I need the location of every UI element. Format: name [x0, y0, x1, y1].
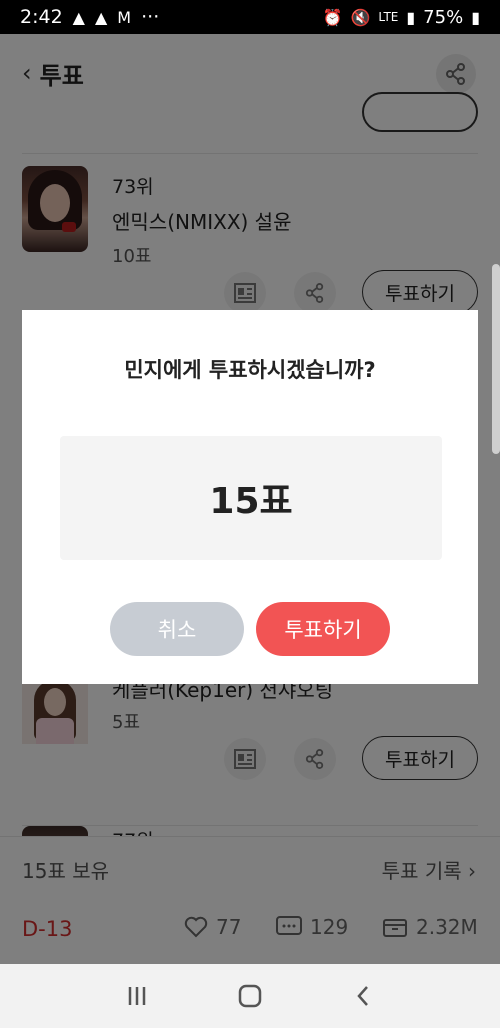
- battery-percent: 75%: [423, 6, 464, 28]
- notification-icon: ▲: [72, 7, 85, 27]
- status-more: ···: [141, 6, 160, 28]
- vote-amount: 15표: [60, 436, 442, 560]
- vote-confirm-dialog: 민지에게 투표하시겠습니까? 15표 취소 투표하기: [22, 310, 478, 684]
- notification-icon: ▲: [94, 7, 108, 27]
- signal-icon: ▮: [406, 7, 416, 27]
- network-type: LTE: [378, 10, 399, 24]
- alarm-icon: ⏰: [322, 7, 343, 27]
- recent-apps-button[interactable]: [117, 976, 157, 1016]
- mute-icon: 🔇: [350, 7, 371, 27]
- back-button[interactable]: [343, 976, 383, 1016]
- back-arrow-icon: [357, 986, 369, 1006]
- gmail-icon: M: [117, 7, 132, 27]
- confirm-vote-button[interactable]: 투표하기: [256, 602, 390, 656]
- battery-icon: ▮: [471, 7, 480, 27]
- recent-apps-icon: [128, 987, 145, 1005]
- home-icon: [238, 984, 262, 1008]
- status-bar: 2:42 ▲ ▲ M ··· ⏰ 🔇 LTE ▮ 75% ▮: [0, 0, 500, 34]
- dialog-title: 민지에게 투표하시겠습니까?: [124, 358, 376, 382]
- status-time: 2:42: [20, 6, 63, 28]
- system-nav-bar: [0, 964, 500, 1028]
- home-button[interactable]: [230, 976, 270, 1016]
- cancel-button[interactable]: 취소: [110, 602, 244, 656]
- scrollbar[interactable]: [492, 264, 500, 454]
